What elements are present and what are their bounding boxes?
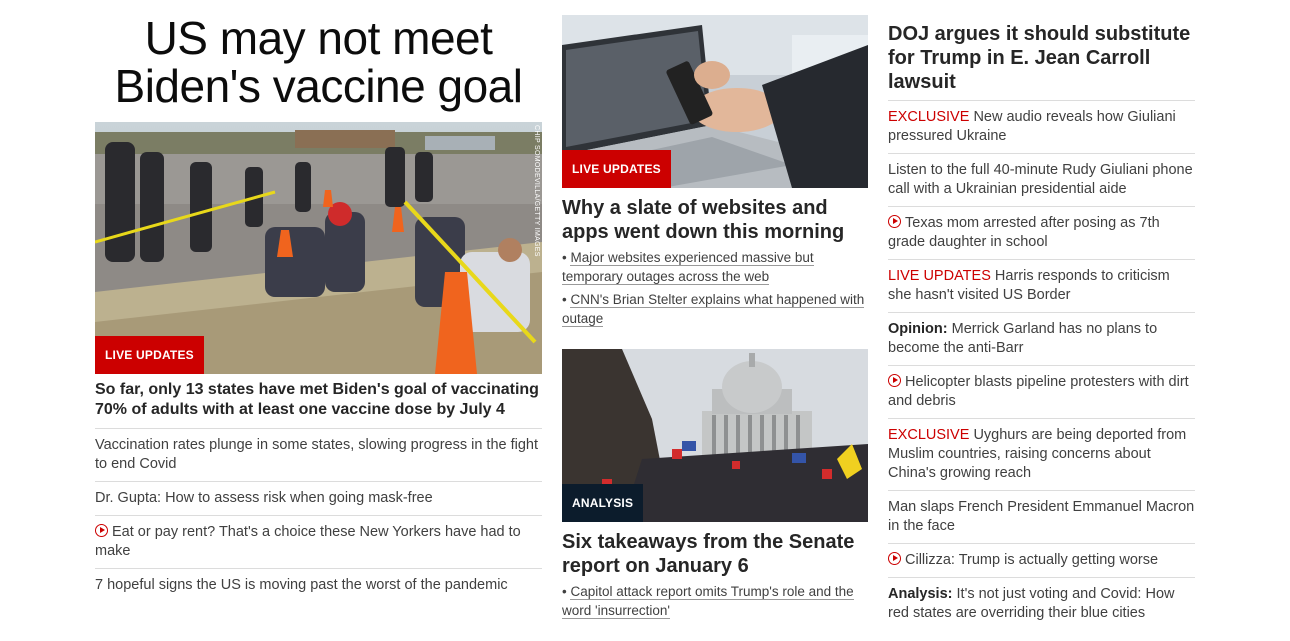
sidebar-item[interactable]: LIVE UPDATES Harris responds to criticis… bbox=[888, 260, 1195, 313]
sidebar-list: EXCLUSIVE New audio reveals how Giuliani… bbox=[888, 101, 1195, 630]
sidebar-item[interactable]: EXCLUSIVE New audio reveals how Giuliani… bbox=[888, 101, 1195, 154]
middle-column: LIVE UPDATES Why a slate of websites and… bbox=[562, 15, 868, 620]
headlines-sidebar: DOJ argues it should substitute for Trum… bbox=[888, 22, 1195, 630]
sidebar-item[interactable]: Listen to the full 40-minute Rudy Giulia… bbox=[888, 154, 1195, 207]
opinion-kicker: Opinion: bbox=[888, 321, 948, 337]
related-story-text: Vaccination rates plunge in some states,… bbox=[95, 437, 539, 472]
sidebar-item-text: Texas mom arrested after posing as 7th g… bbox=[888, 215, 1160, 250]
laptop-photo[interactable]: LIVE UPDATES bbox=[562, 15, 868, 188]
sidebar-item-text: Helicopter blasts pipeline protesters wi… bbox=[888, 374, 1189, 409]
related-story[interactable]: Eat or pay rent? That's a choice these N… bbox=[95, 516, 542, 569]
main-story: US may not meet Biden's vaccine goal CHI… bbox=[95, 14, 542, 602]
sidebar-item[interactable]: EXCLUSIVE Uyghurs are being deported fro… bbox=[888, 419, 1195, 491]
outage-bullet[interactable]: • CNN's Brian Stelter explains what happ… bbox=[562, 290, 868, 328]
sidebar-item[interactable]: Cillizza: Trump is actually getting wors… bbox=[888, 544, 1195, 578]
outage-headline[interactable]: Why a slate of websites and apps went do… bbox=[562, 196, 868, 244]
senate-card: ANALYSIS Six takeaways from the Senate r… bbox=[562, 349, 868, 620]
live-updates-badge[interactable]: LIVE UPDATES bbox=[562, 150, 671, 188]
main-story-headline[interactable]: So far, only 13 states have met Biden's … bbox=[95, 380, 542, 429]
related-story-text: Eat or pay rent? That's a choice these N… bbox=[95, 524, 521, 559]
analysis-badge[interactable]: ANALYSIS bbox=[562, 484, 644, 522]
related-story[interactable]: Vaccination rates plunge in some states,… bbox=[95, 429, 542, 482]
play-video-icon bbox=[888, 552, 901, 565]
related-story-text: Dr. Gupta: How to assess risk when going… bbox=[95, 490, 433, 506]
sidebar-item[interactable]: Helicopter blasts pipeline protesters wi… bbox=[888, 366, 1195, 419]
sidebar-item[interactable]: Man slaps French President Emmanuel Macr… bbox=[888, 491, 1195, 544]
vaccine-line-photo[interactable]: CHIP SOMODEVILLA/GETTY IMAGES LIVE UPDAT… bbox=[95, 122, 542, 374]
main-story-title[interactable]: US may not meet Biden's vaccine goal bbox=[95, 14, 542, 110]
play-video-icon bbox=[888, 374, 901, 387]
image-credit: CHIP SOMODEVILLA/GETTY IMAGES bbox=[533, 125, 540, 257]
sidebar-item-text: Man slaps French President Emmanuel Macr… bbox=[888, 499, 1195, 534]
play-video-icon bbox=[95, 524, 108, 537]
play-video-icon bbox=[888, 215, 901, 228]
capitol-photo[interactable]: ANALYSIS bbox=[562, 349, 868, 522]
sidebar-item-text: Listen to the full 40-minute Rudy Giulia… bbox=[888, 162, 1193, 197]
live-updates-badge[interactable]: LIVE UPDATES bbox=[95, 336, 204, 374]
related-story[interactable]: Dr. Gupta: How to assess risk when going… bbox=[95, 482, 542, 516]
related-story[interactable]: 7 hopeful signs the US is moving past th… bbox=[95, 569, 542, 602]
outage-card: LIVE UPDATES Why a slate of websites and… bbox=[562, 15, 868, 328]
related-story-text: 7 hopeful signs the US is moving past th… bbox=[95, 577, 508, 593]
outage-bullet[interactable]: • Major websites experienced massive but… bbox=[562, 248, 868, 286]
analysis-kicker: Analysis: bbox=[888, 586, 953, 602]
related-stories-list: Vaccination rates plunge in some states,… bbox=[95, 429, 542, 602]
senate-bullet[interactable]: • Capitol attack report omits Trump's ro… bbox=[562, 582, 868, 620]
exclusive-kicker: EXCLUSIVE bbox=[888, 427, 970, 443]
sidebar-item[interactable]: Analysis: It's not just voting and Covid… bbox=[888, 578, 1195, 630]
sidebar-item-text: Cillizza: Trump is actually getting wors… bbox=[905, 552, 1159, 568]
sidebar-top-headline[interactable]: DOJ argues it should substitute for Trum… bbox=[888, 22, 1195, 101]
sidebar-item[interactable]: Texas mom arrested after posing as 7th g… bbox=[888, 207, 1195, 260]
senate-headline[interactable]: Six takeaways from the Senate report on … bbox=[562, 530, 868, 578]
live-updates-kicker: LIVE UPDATES bbox=[888, 268, 991, 284]
exclusive-kicker: EXCLUSIVE bbox=[888, 109, 970, 125]
sidebar-item[interactable]: Opinion: Merrick Garland has no plans to… bbox=[888, 313, 1195, 366]
